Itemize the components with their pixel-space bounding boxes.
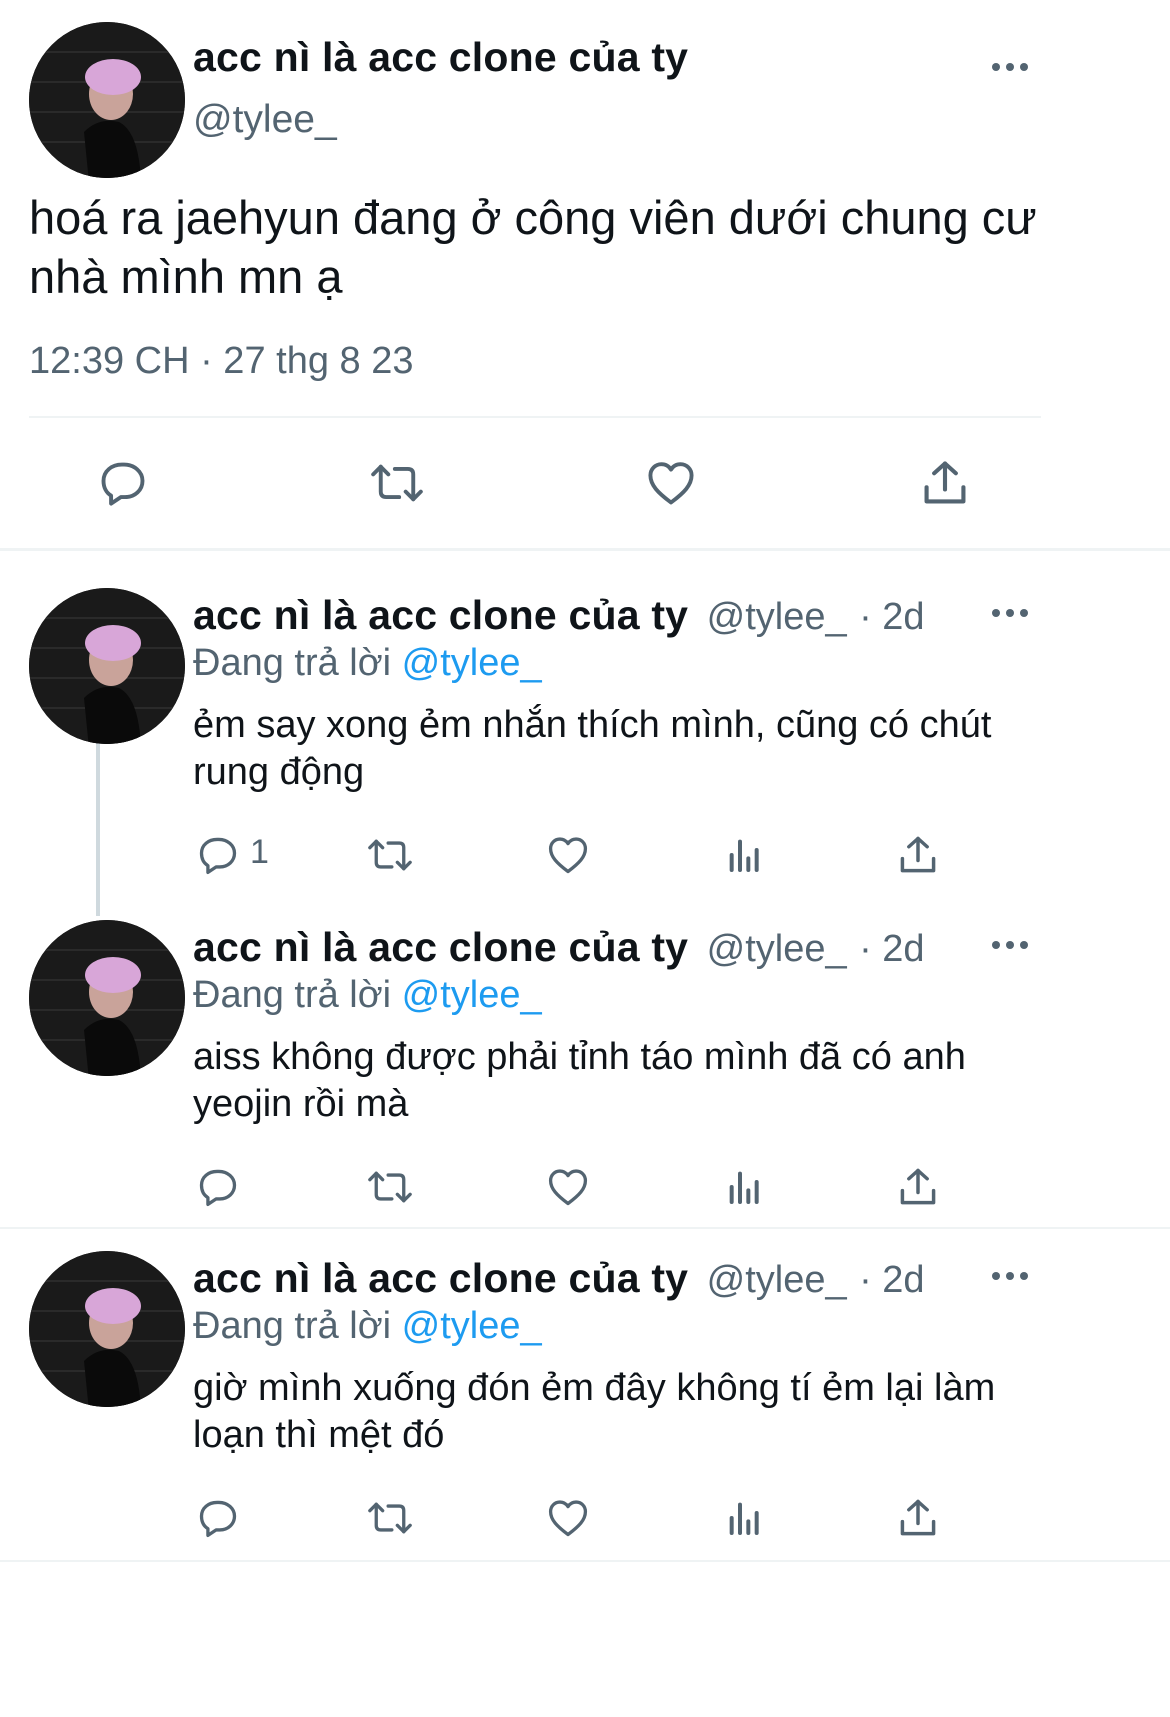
views-icon[interactable] — [720, 1493, 770, 1543]
share-icon[interactable] — [893, 1493, 943, 1543]
handle[interactable]: @tylee_ — [707, 928, 847, 970]
time[interactable]: · 2d — [859, 1259, 924, 1301]
replying-to-handle[interactable]: @tylee_ — [402, 974, 542, 1016]
share-icon[interactable] — [893, 1162, 943, 1212]
reply-text: ẻm say xong ẻm nhắn thích mình, cũng có … — [193, 704, 992, 793]
display-name[interactable]: acc nì là acc clone của ty — [193, 1255, 688, 1301]
replying-to-handle[interactable]: @tylee_ — [402, 1305, 542, 1347]
reply-icon[interactable] — [193, 1493, 243, 1543]
display-name[interactable]: acc nì là acc clone của ty — [193, 34, 688, 81]
more-icon[interactable] — [980, 52, 1040, 82]
views-icon[interactable] — [720, 830, 770, 880]
avatar[interactable] — [29, 588, 185, 744]
handle[interactable]: @tylee_ — [707, 596, 847, 638]
reply-icon[interactable] — [93, 453, 153, 513]
reply-text: giờ mình xuống đón ẻm đây không tí ẻm lạ… — [193, 1367, 996, 1456]
reply-text: aiss không được phải tỉnh táo mình đã có… — [193, 1036, 966, 1125]
more-icon[interactable] — [980, 1261, 1040, 1291]
replying-prefix: Đang trả lời — [193, 1305, 392, 1347]
views-icon[interactable] — [720, 1162, 770, 1212]
thread-line — [96, 730, 100, 916]
like-icon[interactable] — [543, 830, 593, 880]
reply-header: acc nì là acc clone của ty @tylee_ · 2d — [193, 592, 925, 639]
retweet-icon[interactable] — [365, 1493, 415, 1543]
reply-header: acc nì là acc clone của ty @tylee_ · 2d — [193, 924, 925, 971]
reply-count: 1 — [250, 833, 269, 871]
section-divider — [0, 1227, 1170, 1229]
reply-icon[interactable] — [193, 1162, 243, 1212]
section-divider — [0, 548, 1170, 551]
avatar[interactable] — [29, 920, 185, 1076]
share-icon[interactable] — [915, 453, 975, 513]
avatar[interactable] — [29, 22, 185, 178]
share-icon[interactable] — [893, 830, 943, 880]
retweet-icon[interactable] — [365, 1162, 415, 1212]
like-icon[interactable] — [641, 453, 701, 513]
time[interactable]: · 2d — [859, 928, 924, 970]
replying-to-handle[interactable]: @tylee_ — [402, 642, 542, 684]
replying-to: Đang trả lời @tylee_ — [193, 642, 542, 685]
avatar[interactable] — [29, 1251, 185, 1407]
tweet-text: hoá ra jaehyun đang ở công viên dưới chu… — [29, 191, 1037, 303]
replying-to: Đang trả lời @tylee_ — [193, 974, 542, 1017]
display-name[interactable]: acc nì là acc clone của ty — [193, 924, 688, 970]
divider — [29, 416, 1041, 418]
timestamp[interactable]: 12:39 CH · 27 thg 8 23 — [29, 340, 413, 383]
replying-prefix: Đang trả lời — [193, 974, 392, 1016]
retweet-icon[interactable] — [367, 453, 427, 513]
display-name[interactable]: acc nì là acc clone của ty — [193, 592, 688, 638]
handle[interactable]: @tylee_ — [193, 98, 337, 142]
like-icon[interactable] — [543, 1162, 593, 1212]
replying-to: Đang trả lời @tylee_ — [193, 1305, 542, 1348]
like-icon[interactable] — [543, 1493, 593, 1543]
more-icon[interactable] — [980, 598, 1040, 628]
section-divider — [0, 1560, 1170, 1562]
time[interactable]: · 2d — [859, 596, 924, 638]
reply-header: acc nì là acc clone của ty @tylee_ · 2d — [193, 1255, 925, 1302]
retweet-icon[interactable] — [365, 830, 415, 880]
reply-icon[interactable] — [193, 830, 243, 880]
replying-prefix: Đang trả lời — [193, 642, 392, 684]
handle[interactable]: @tylee_ — [707, 1259, 847, 1301]
more-icon[interactable] — [980, 930, 1040, 960]
